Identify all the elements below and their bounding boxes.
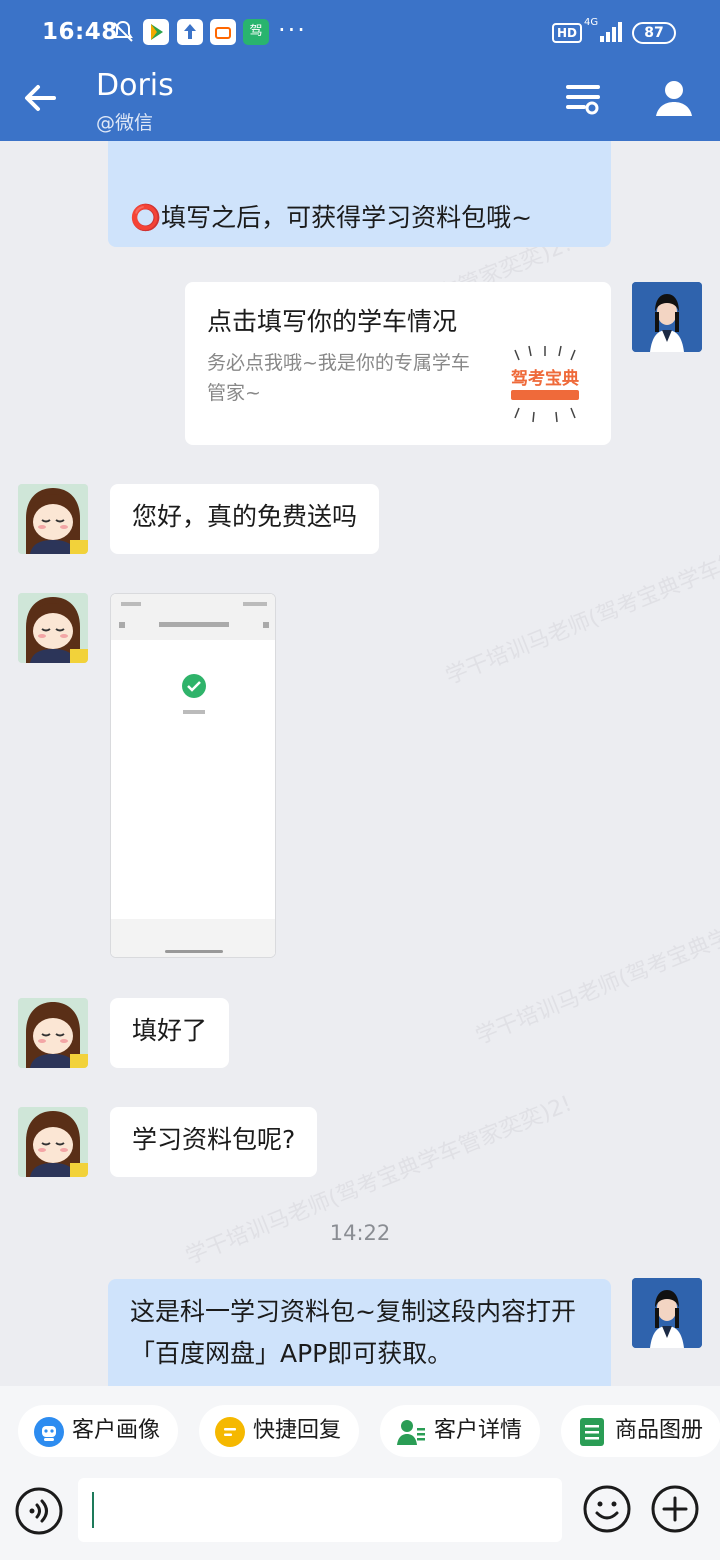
chip-label: 商品图册 bbox=[615, 1418, 704, 1443]
robot-icon bbox=[34, 1417, 64, 1447]
message-text: 您好，真的免费送吗 bbox=[132, 502, 358, 531]
person-icon bbox=[656, 81, 692, 116]
message-text: 学习资料包呢? bbox=[132, 1125, 296, 1154]
chat-area[interactable]: 学干培训马老师(驾考宝典学车管家奕奕)2! 学干培训马老师(驾考宝典学车管家奕奕… bbox=[0, 141, 720, 1386]
message-timestamp: 14:22 bbox=[329, 1221, 391, 1245]
chat-subtitle: @微信 bbox=[96, 112, 154, 134]
product-catalog-button[interactable]: 商品图册 bbox=[561, 1405, 720, 1457]
message-text: 这是科一学习资料包~复制这段内容打开「百度网盘」APP即可获取。 bbox=[130, 1297, 576, 1368]
message-text: ⭕填写之后，可获得学习资料包哦~ bbox=[130, 203, 533, 232]
chip-label: 客户画像 bbox=[72, 1418, 161, 1443]
play-store-icon bbox=[143, 19, 169, 45]
list-settings-icon bbox=[566, 85, 600, 115]
card-description: 务必点我哦~我是你的专属学车管家~ bbox=[207, 352, 470, 404]
avatar[interactable] bbox=[632, 1278, 702, 1348]
card-thumbnail: 驾考宝典 bbox=[503, 342, 587, 426]
message-input[interactable] bbox=[78, 1478, 562, 1542]
incoming-message[interactable]: 学习资料包呢? bbox=[110, 1107, 318, 1177]
quick-reply-button[interactable]: 快捷回复 bbox=[199, 1405, 360, 1457]
incoming-message[interactable]: 您好，真的免费送吗 bbox=[110, 484, 380, 554]
document-list-icon bbox=[580, 1418, 604, 1446]
back-button[interactable] bbox=[20, 78, 60, 118]
avatar[interactable] bbox=[632, 282, 702, 352]
mi-icon bbox=[210, 19, 236, 45]
voice-icon bbox=[15, 1487, 63, 1535]
upload-icon bbox=[177, 19, 203, 45]
outgoing-message[interactable]: 这是科一学习资料包~复制这段内容打开「百度网盘」APP即可获取。 bbox=[108, 1279, 611, 1386]
arrow-left-icon bbox=[25, 85, 56, 111]
plus-circle-icon bbox=[651, 1485, 699, 1533]
profile-button[interactable] bbox=[652, 76, 696, 120]
chip-label: 快捷回复 bbox=[253, 1418, 342, 1443]
user-detail-icon bbox=[397, 1420, 425, 1445]
avatar[interactable] bbox=[18, 484, 88, 554]
watermark: 学干培训马老师(驾考宝典学车管家奕奕)2! bbox=[442, 511, 720, 690]
text-caret bbox=[92, 1492, 94, 1528]
outgoing-message[interactable]: ⭕填写之后，可获得学习资料包哦~ bbox=[108, 141, 611, 247]
image-message[interactable] bbox=[110, 593, 276, 958]
quick-tools-bar: 客户画像 快捷回复 客户详情 商品图册 bbox=[0, 1386, 720, 1478]
avatar[interactable] bbox=[18, 593, 88, 663]
customer-profile-button[interactable]: 客户画像 bbox=[18, 1405, 179, 1457]
more-actions-button[interactable] bbox=[650, 1484, 700, 1534]
chip-label: 客户详情 bbox=[434, 1418, 523, 1443]
status-time: 16:48 bbox=[42, 19, 118, 45]
chat-lines-icon bbox=[215, 1417, 245, 1447]
status-bar: 16:48 驾 ··· HD 4G 87 bbox=[0, 0, 720, 66]
message-text: 填好了 bbox=[132, 1016, 208, 1045]
driving-app-icon: 驾 bbox=[243, 19, 269, 45]
card-title: 点击填写你的学车情况 bbox=[207, 307, 458, 336]
chat-settings-button[interactable] bbox=[562, 78, 604, 120]
smiley-icon bbox=[583, 1485, 631, 1533]
hd-indicator: HD bbox=[552, 23, 583, 43]
chat-title: Doris bbox=[96, 68, 174, 103]
avatar[interactable] bbox=[18, 998, 88, 1068]
customer-details-button[interactable]: 客户详情 bbox=[380, 1405, 541, 1457]
voice-button[interactable] bbox=[14, 1486, 64, 1536]
card-thumb-text: 驾考宝典 bbox=[511, 368, 579, 389]
bell-off-icon bbox=[110, 19, 136, 45]
emoji-button[interactable] bbox=[582, 1484, 632, 1534]
network-type: 4G bbox=[584, 17, 599, 28]
battery-indicator: 87 bbox=[632, 22, 676, 44]
link-card-message[interactable]: 点击填写你的学车情况 务必点我哦~我是你的专属学车管家~ 驾考宝典 bbox=[185, 282, 611, 445]
more-notifications-icon: ··· bbox=[278, 16, 307, 44]
input-bar bbox=[0, 1478, 720, 1560]
top-bar: 16:48 驾 ··· HD 4G 87 Doris @微信 bbox=[0, 0, 720, 141]
signal-icon bbox=[600, 22, 624, 42]
watermark: 学干培训马老师(驾考宝典学车管家奕奕)2! bbox=[472, 871, 720, 1050]
incoming-message[interactable]: 填好了 bbox=[110, 998, 230, 1068]
avatar[interactable] bbox=[18, 1107, 88, 1177]
